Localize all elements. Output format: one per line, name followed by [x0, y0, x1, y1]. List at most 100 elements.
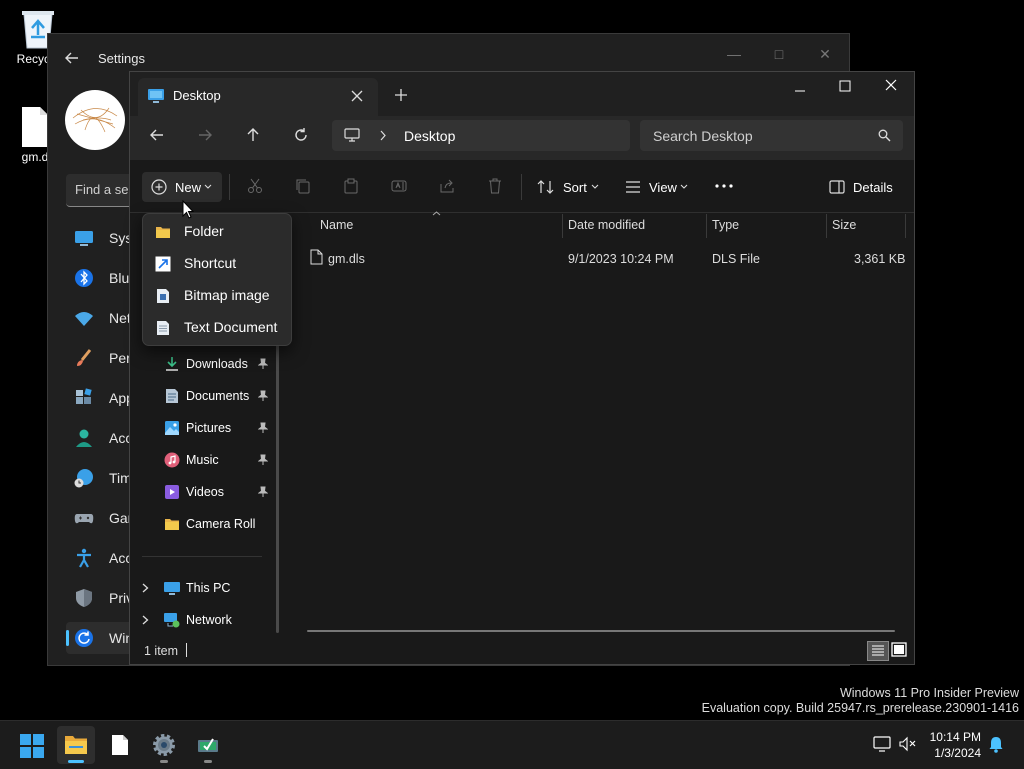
taskbar-notepad[interactable] — [101, 726, 139, 764]
address-text: Desktop — [404, 128, 456, 144]
rename-icon[interactable] — [391, 178, 407, 194]
new-button[interactable]: New — [142, 172, 222, 202]
delete-icon[interactable] — [487, 178, 503, 194]
toolbar-divider — [229, 174, 230, 200]
nav-item-label: This PC — [186, 581, 231, 595]
notification-bell-icon[interactable] — [989, 736, 1003, 753]
paste-icon[interactable] — [343, 178, 359, 194]
tiles-view-toggle[interactable] — [890, 641, 908, 659]
mouse-pointer-icon — [182, 200, 194, 219]
shortcut-icon — [155, 256, 171, 272]
pin-icon — [258, 422, 268, 433]
music-icon — [164, 452, 180, 468]
nav-item-this-pc[interactable]: This PC — [130, 573, 280, 603]
copy-icon[interactable] — [295, 178, 311, 194]
nav-item-camera-roll[interactable]: Camera Roll — [156, 509, 276, 539]
pin-icon — [258, 486, 268, 497]
volume-muted-icon[interactable] — [899, 736, 917, 752]
gaming-icon — [74, 514, 94, 524]
nav-item-downloads[interactable]: Downloads — [156, 349, 276, 379]
column-header-size[interactable]: Size — [832, 218, 856, 232]
nav-item-label: Music — [186, 453, 219, 467]
nav-item-documents[interactable]: Documents — [156, 381, 276, 411]
display-icon[interactable] — [873, 736, 891, 752]
column-header-name[interactable]: Name — [320, 218, 353, 232]
document-icon — [112, 735, 128, 755]
refresh-icon[interactable] — [293, 127, 309, 143]
address-row: Desktop Search Desktop — [130, 116, 914, 160]
nav-item-pictures[interactable]: Pictures — [156, 413, 276, 443]
file-icon — [22, 107, 48, 147]
new-item-menu: Folder Shortcut Bitmap image Text Docume… — [142, 213, 292, 346]
up-arrow-icon[interactable] — [245, 127, 261, 143]
back-arrow-icon[interactable] — [149, 127, 165, 143]
view-label: View — [649, 180, 677, 195]
column-separator[interactable] — [826, 214, 827, 238]
settings-maximize-button[interactable]: □ — [769, 44, 789, 64]
settings-close-button[interactable]: ✕ — [815, 44, 835, 64]
download-icon — [166, 357, 178, 371]
maximize-icon: □ — [774, 46, 784, 62]
nav-item-network[interactable]: Network — [130, 605, 280, 635]
this-pc-icon — [164, 582, 180, 595]
windows-update-icon — [75, 629, 93, 647]
pin-icon — [258, 358, 268, 369]
view-button[interactable]: View — [622, 172, 694, 202]
plus-circle-icon — [151, 179, 167, 195]
menu-item-shortcut[interactable]: Shortcut — [147, 249, 287, 279]
details-view-icon — [872, 645, 884, 656]
file-explorer-window[interactable]: Desktop Desktop Search Desktop New Sort … — [129, 71, 915, 665]
forward-arrow-icon[interactable] — [197, 127, 213, 143]
more-options-icon[interactable] — [715, 184, 733, 188]
chevron-right-icon[interactable] — [142, 615, 149, 625]
taskbar-file-explorer[interactable] — [57, 726, 95, 764]
running-indicator — [204, 760, 212, 763]
cut-icon[interactable] — [247, 178, 263, 194]
nav-item-music[interactable]: Music — [156, 445, 276, 475]
share-icon[interactable] — [439, 178, 455, 194]
settings-minimize-button[interactable]: — — [724, 44, 744, 64]
address-bar[interactable]: Desktop — [332, 120, 630, 151]
settings-nav-label: Net — [109, 310, 131, 326]
new-tab-plus-icon[interactable] — [394, 88, 408, 102]
column-separator[interactable] — [905, 214, 906, 238]
menu-item-bitmap-image[interactable]: Bitmap image — [147, 281, 287, 311]
taskbar-settings[interactable] — [145, 726, 183, 764]
horizontal-scrollbar[interactable] — [307, 630, 895, 632]
sort-button[interactable]: Sort — [534, 172, 604, 202]
minimize-icon[interactable] — [794, 85, 806, 97]
column-separator[interactable] — [706, 214, 707, 238]
close-window-icon[interactable] — [885, 79, 897, 91]
toolbar-divider — [521, 174, 522, 200]
pin-icon — [258, 390, 268, 401]
clock[interactable]: 10:14 PM 1/3/2024 — [930, 729, 981, 761]
menu-item-label: Shortcut — [184, 255, 237, 271]
settings-back-button[interactable] — [64, 50, 80, 66]
details-view-toggle[interactable] — [867, 641, 889, 661]
tab-desktop[interactable]: Desktop — [138, 78, 378, 116]
windows-logo-icon — [20, 734, 44, 758]
nav-item-videos[interactable]: Videos — [156, 477, 276, 507]
column-header-date-modified[interactable]: Date modified — [568, 218, 645, 232]
nav-item-label: Network — [186, 613, 232, 627]
column-separator[interactable] — [562, 214, 563, 238]
chevron-right-icon[interactable] — [142, 583, 149, 593]
tab-title: Desktop — [173, 88, 221, 103]
clock-time: 10:14 PM — [929, 730, 981, 744]
menu-item-label: Folder — [184, 223, 224, 239]
close-icon[interactable] — [351, 90, 363, 102]
menu-item-label: Bitmap image — [184, 287, 270, 303]
close-icon: ✕ — [819, 46, 831, 62]
menu-item-text-document[interactable]: Text Document — [147, 313, 287, 343]
avatar[interactable] — [65, 90, 125, 150]
menu-item-folder[interactable]: Folder — [147, 217, 287, 247]
file-explorer-icon — [65, 736, 87, 754]
search-input[interactable]: Search Desktop — [640, 120, 903, 151]
start-button[interactable] — [13, 726, 51, 764]
details-pane-button[interactable]: Details — [828, 172, 908, 202]
column-header-type[interactable]: Type — [712, 218, 739, 232]
taskbar-app[interactable] — [189, 726, 227, 764]
nav-divider — [142, 556, 262, 557]
file-name: gm.dls — [328, 252, 365, 266]
maximize-icon[interactable] — [839, 80, 851, 92]
